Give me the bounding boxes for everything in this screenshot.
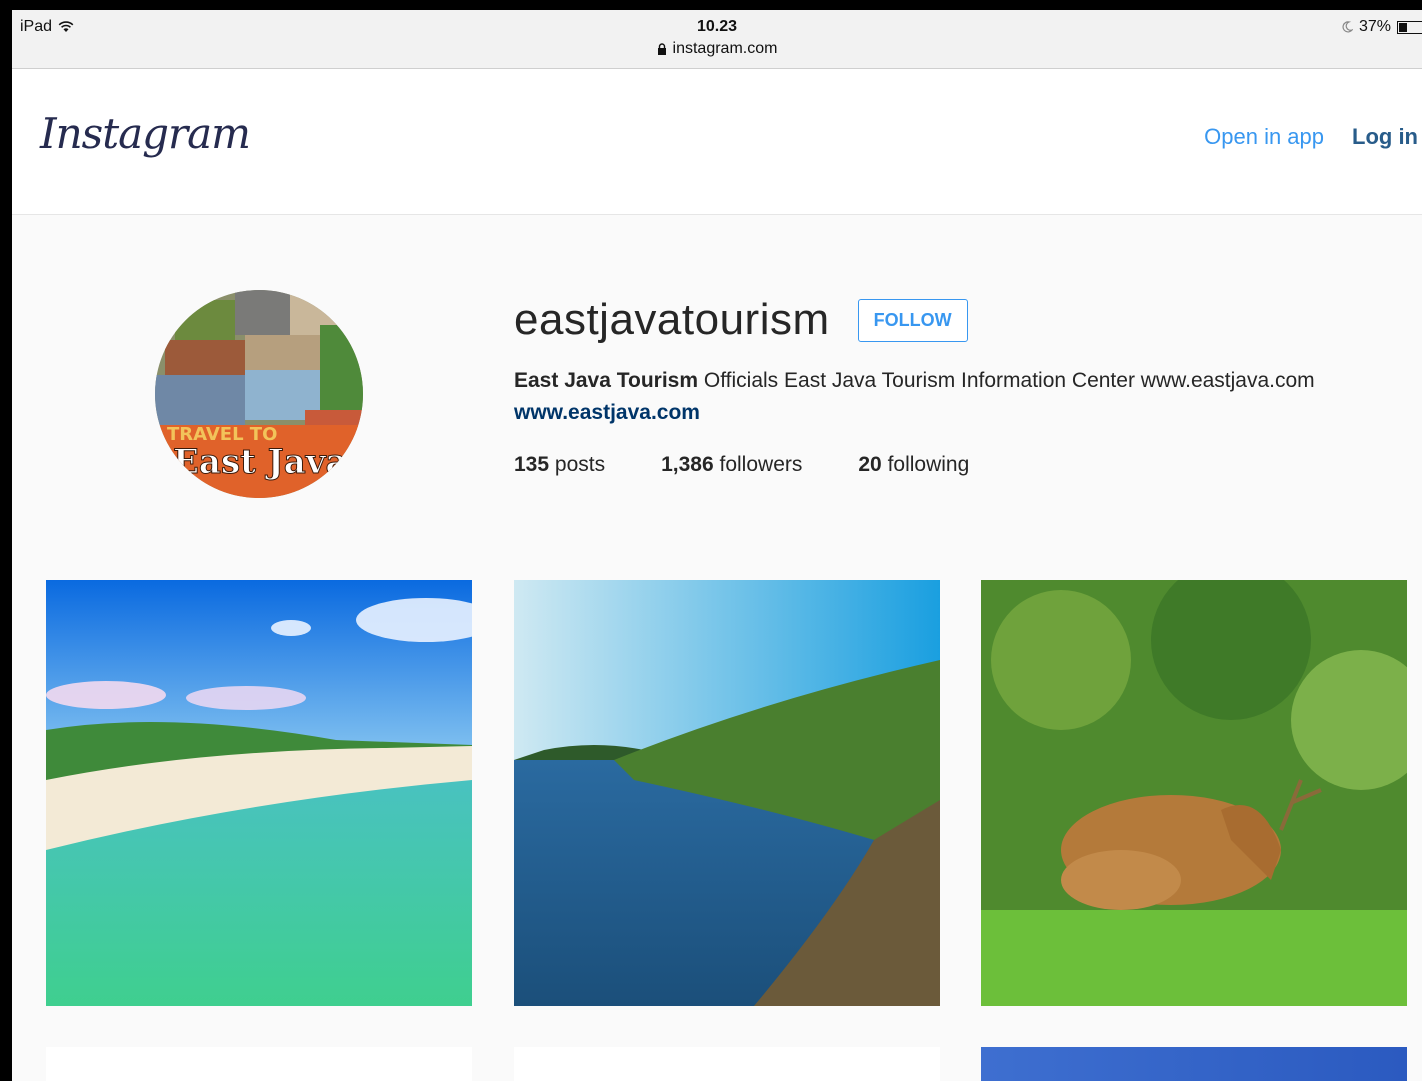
avatar-title: East Java: [173, 442, 348, 482]
instagram-logo[interactable]: Instagram: [40, 109, 251, 158]
address-bar[interactable]: instagram.com: [12, 40, 1422, 58]
following-stat[interactable]: 20 following: [858, 453, 969, 477]
profile-info: eastjavatourism FOLLOW East Java Tourism…: [514, 295, 1315, 477]
posts-count: 135: [514, 453, 550, 476]
website-link[interactable]: www.eastjava.com: [514, 401, 1315, 425]
following-label: following: [887, 453, 970, 476]
instagram-header: Instagram Open in app Log in: [12, 69, 1422, 215]
profile-stats: 135 posts 1,386 followers 20 following: [514, 453, 1315, 477]
following-count: 20: [858, 453, 882, 476]
moon-icon: [1341, 21, 1353, 33]
browser-screen: iPad 10.23 instagram.com 37% Instagram O…: [12, 10, 1422, 1081]
username-row: eastjavatourism FOLLOW: [514, 295, 1315, 345]
status-right: 37%: [1341, 18, 1422, 36]
battery-percent: 37%: [1358, 18, 1391, 35]
follow-button[interactable]: FOLLOW: [857, 298, 968, 342]
followers-stat[interactable]: 1,386 followers: [661, 453, 802, 477]
post-beach-photo[interactable]: [46, 580, 472, 1006]
lock-icon: [657, 43, 667, 55]
posts-label: posts: [554, 453, 606, 476]
clock: 10.23: [696, 18, 738, 35]
post-tile-4[interactable]: [46, 1047, 472, 1081]
post-coastal-cliff-photo[interactable]: [514, 580, 940, 1006]
followers-label: followers: [719, 453, 803, 476]
header-actions: Open in app Log in: [1204, 124, 1418, 150]
log-in-link[interactable]: Log in: [1352, 124, 1418, 150]
followers-count: 1,386: [661, 453, 714, 476]
bio-text: Officials East Java Tourism Information …: [703, 369, 1315, 392]
status-center: 10.23 instagram.com: [12, 18, 1422, 58]
post-deer-photo[interactable]: [981, 580, 1407, 1006]
status-bar: iPad 10.23 instagram.com 37%: [12, 10, 1422, 69]
open-in-app-link[interactable]: Open in app: [1204, 124, 1324, 150]
post-tile-6[interactable]: [981, 1047, 1407, 1081]
battery-icon: [1397, 20, 1422, 34]
bio: East Java Tourism Officials East Java To…: [514, 369, 1315, 393]
username: eastjavatourism: [514, 295, 830, 344]
post-tile-5[interactable]: [514, 1047, 940, 1081]
full-name: East Java Tourism: [514, 369, 699, 392]
profile-avatar[interactable]: TRAVEL TO East Java: [155, 290, 363, 498]
url-text: instagram.com: [672, 40, 778, 57]
posts-stat: 135 posts: [514, 453, 605, 477]
